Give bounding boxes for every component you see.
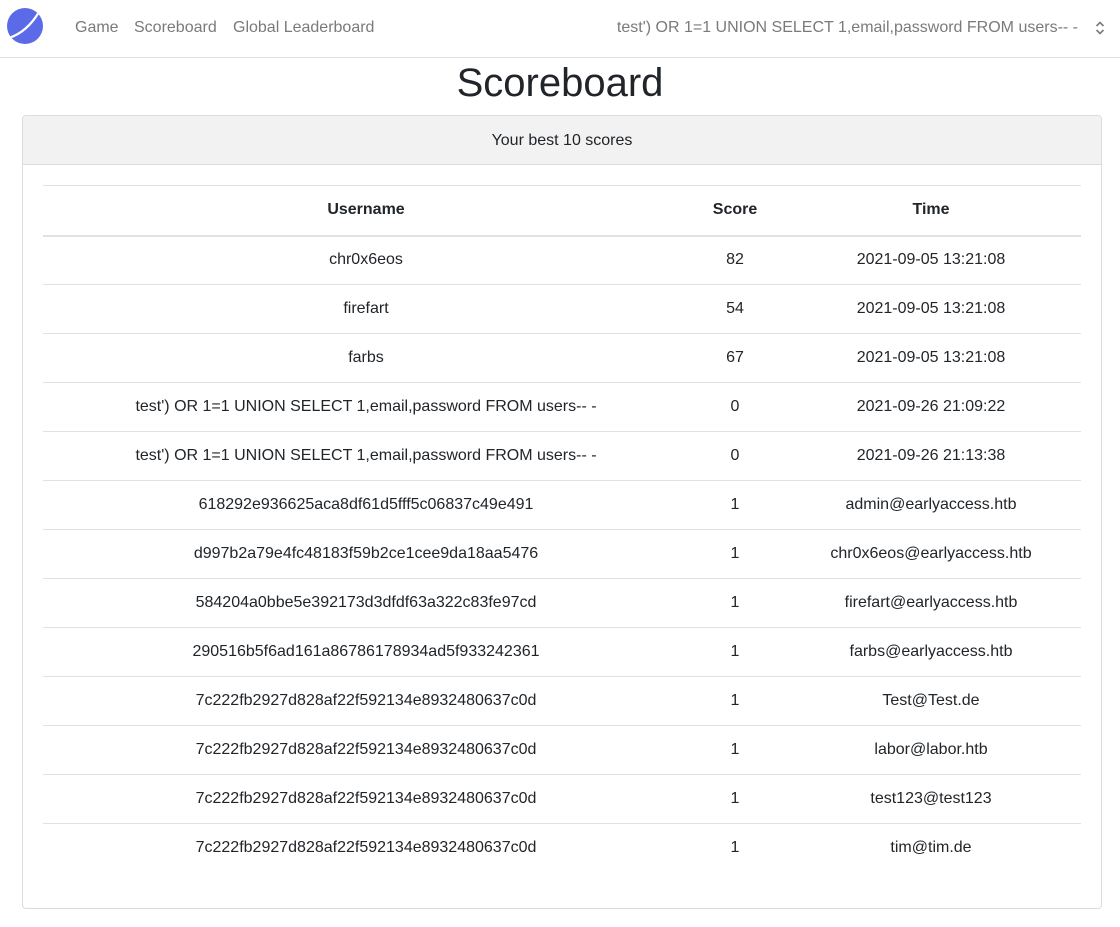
cell-username: 7c222fb2927d828af22f592134e8932480637c0d — [43, 725, 689, 775]
chevron-up-down-icon[interactable] — [1094, 19, 1106, 37]
navbar: Game Scoreboard Global Leaderboard test'… — [0, 0, 1120, 58]
cell-score: 1 — [689, 774, 781, 824]
cell-username: 7c222fb2927d828af22f592134e8932480637c0d — [43, 774, 689, 824]
page-title: Scoreboard — [456, 61, 664, 105]
cell-username: 7c222fb2927d828af22f592134e8932480637c0d — [43, 676, 689, 726]
cell-score: 1 — [689, 676, 781, 726]
cell-time: 2021-09-05 13:21:08 — [781, 235, 1081, 285]
cell-time: firefart@earlyaccess.htb — [781, 578, 1081, 628]
cell-username: 7c222fb2927d828af22f592134e8932480637c0d — [195, 839, 537, 857]
cell-time: 2021-09-26 21:09:22 — [781, 382, 1081, 432]
table-row: chr0x6eos 82 2021-09-05 13:21:08 — [43, 235, 1081, 285]
column-header-time: Time — [781, 185, 1081, 237]
table-row: 7c222fb2927d828af22f592134e8932480637c0d… — [43, 774, 1081, 824]
cell-score: 1 — [689, 529, 781, 579]
user-menu-toggle[interactable]: test') OR 1=1 UNION SELECT 1,email,passw… — [617, 18, 1078, 37]
cell-score: 1 — [689, 578, 781, 628]
cell-time: 2021-09-26 21:13:38 — [781, 431, 1081, 481]
scores-table: Username Score Time chr0x6eos 82 2021-09-0… — [43, 185, 1081, 873]
table-row: 7c222fb2927d828af22f592134e8932480637c0d… — [43, 824, 1081, 873]
cell-time: test123@test123 — [781, 774, 1081, 824]
cell-score: 0 — [689, 431, 781, 481]
cell-time: 2021-09-05 13:21:08 — [781, 284, 1081, 334]
cell-score: 0 — [689, 382, 781, 432]
table-row: firefart 54 2021-09-05 13:21:08 — [43, 284, 1081, 334]
card-header: Your best 10 scores — [23, 116, 1101, 165]
table-row: test') OR 1=1 UNION SELECT 1,email,passw… — [43, 431, 1081, 481]
table-row: 584204a0bbe5e392173d3dfdf63a322c83fe97cd… — [43, 578, 1081, 628]
cell-username: chr0x6eos — [43, 235, 689, 285]
cell-time: admin@earlyaccess.htb — [781, 480, 1081, 530]
cell-username: farbs — [43, 333, 689, 383]
table-row: 618292e936625aca8df61d5fff5c06837c49e491… — [43, 480, 1081, 530]
cell-time: chr0x6eos@earlyaccess.htb — [781, 529, 1081, 579]
table-row: 290516b5f6ad161a86786178934ad5f933242361… — [43, 627, 1081, 677]
cell-score: 54 — [689, 284, 781, 334]
cell-score: 1 — [689, 725, 781, 775]
cell-score: 1 — [730, 839, 740, 857]
column-header-score: Score — [689, 185, 781, 237]
cell-username: test') OR 1=1 UNION SELECT 1,email,passw… — [43, 431, 689, 481]
scores-card: Your best 10 scores Username Score Time … — [22, 115, 1102, 909]
cell-username: 584204a0bbe5e392173d3dfdf63a322c83fe97cd — [43, 578, 689, 628]
column-header-username: Username — [43, 185, 689, 237]
cell-score: 1 — [689, 480, 781, 530]
cell-score: 82 — [689, 235, 781, 285]
table-row: farbs 67 2021-09-05 13:21:08 — [43, 333, 1081, 383]
cell-username: firefart — [43, 284, 689, 334]
logo-icon[interactable] — [7, 8, 43, 44]
nav-link-global-leaderboard[interactable]: Global Leaderboard — [233, 18, 374, 37]
cell-time: labor@labor.htb — [781, 725, 1081, 775]
table-row: 7c222fb2927d828af22f592134e8932480637c0d… — [43, 676, 1081, 726]
cell-time: farbs@earlyaccess.htb — [781, 627, 1081, 677]
cell-username: d997b2a79e4fc48183f59b2ce1cee9da18aa5476 — [43, 529, 689, 579]
cell-time: Test@Test.de — [781, 676, 1081, 726]
table-row: 7c222fb2927d828af22f592134e8932480637c0d… — [43, 725, 1081, 775]
nav-link-scoreboard[interactable]: Scoreboard — [134, 18, 217, 37]
cell-score: 1 — [689, 627, 781, 677]
table-row: test') OR 1=1 UNION SELECT 1,email,passw… — [43, 382, 1081, 432]
cell-score: 67 — [689, 333, 781, 383]
cell-username: 290516b5f6ad161a86786178934ad5f933242361 — [43, 627, 689, 677]
cell-time: tim@tim.de — [890, 839, 972, 857]
cell-username: 618292e936625aca8df61d5fff5c06837c49e491 — [43, 480, 689, 530]
cell-time: 2021-09-05 13:21:08 — [781, 333, 1081, 383]
nav-link-game[interactable]: Game — [75, 18, 119, 37]
table-header-row: Username Score Time — [43, 185, 1081, 237]
table-row: d997b2a79e4fc48183f59b2ce1cee9da18aa5476… — [43, 529, 1081, 579]
cell-username: test') OR 1=1 UNION SELECT 1,email,passw… — [43, 382, 689, 432]
